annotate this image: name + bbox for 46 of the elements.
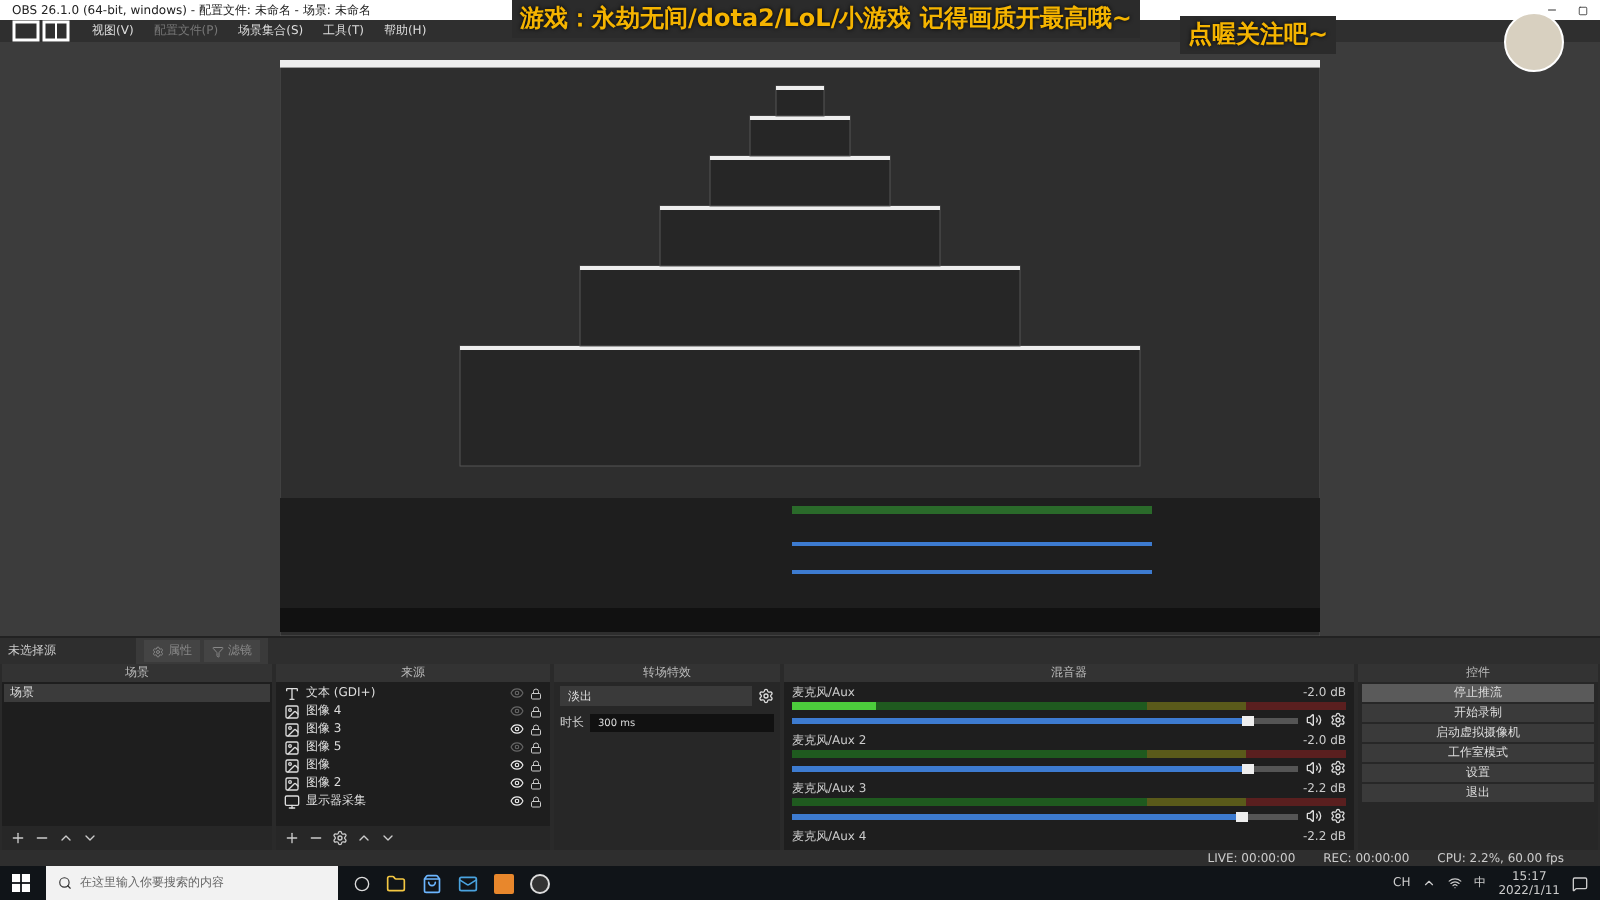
maximize-icon[interactable] bbox=[1578, 5, 1588, 15]
gear-icon[interactable] bbox=[758, 688, 774, 704]
volume-slider[interactable] bbox=[792, 813, 1298, 819]
text-icon bbox=[284, 685, 300, 701]
network-icon[interactable] bbox=[1448, 876, 1463, 890]
search-icon bbox=[58, 876, 72, 890]
bag-icon[interactable] bbox=[422, 873, 442, 893]
gear-icon[interactable] bbox=[1330, 760, 1346, 776]
monitor-icon bbox=[284, 793, 300, 809]
speaker-icon[interactable] bbox=[1306, 760, 1322, 776]
gear-icon[interactable] bbox=[1330, 808, 1346, 824]
mail-icon[interactable] bbox=[458, 873, 478, 893]
lock-icon[interactable] bbox=[530, 777, 542, 789]
banner-text: 游戏：永劫无间/dota2/LoL/小游戏 记得画质开最高哦~ bbox=[512, 0, 1140, 38]
up-icon[interactable] bbox=[356, 830, 372, 846]
chevron-icon[interactable] bbox=[1422, 876, 1437, 890]
lock-icon[interactable] bbox=[530, 759, 542, 771]
lock-icon[interactable] bbox=[530, 723, 542, 735]
slider-thumb[interactable] bbox=[1241, 715, 1254, 725]
lock-icon[interactable] bbox=[530, 687, 542, 699]
add-icon[interactable] bbox=[284, 830, 300, 846]
volume-slider[interactable] bbox=[792, 717, 1298, 723]
gear-icon[interactable] bbox=[332, 830, 348, 846]
circle-icon[interactable] bbox=[354, 875, 370, 891]
speaker-icon[interactable] bbox=[1306, 808, 1322, 824]
down-icon[interactable] bbox=[82, 830, 98, 846]
slider-thumb[interactable] bbox=[1241, 763, 1254, 773]
lock-icon[interactable] bbox=[530, 741, 542, 753]
up-icon[interactable] bbox=[58, 830, 74, 846]
notification-icon[interactable] bbox=[1572, 875, 1588, 891]
record-icon[interactable] bbox=[530, 873, 550, 893]
down-icon[interactable] bbox=[380, 830, 396, 846]
add-icon[interactable] bbox=[10, 830, 26, 846]
slider-thumb[interactable] bbox=[1236, 811, 1249, 821]
folder-icon[interactable] bbox=[386, 873, 406, 893]
gear-icon bbox=[152, 645, 164, 657]
filter-icon bbox=[212, 645, 224, 657]
windows-icon[interactable] bbox=[12, 874, 30, 892]
gear-icon[interactable] bbox=[1330, 712, 1346, 728]
minimize-icon[interactable] bbox=[1546, 4, 1558, 16]
follow-text: 点喔关注吧~ bbox=[1180, 16, 1337, 54]
app-icon[interactable] bbox=[494, 873, 514, 893]
lock-icon[interactable] bbox=[530, 705, 542, 717]
lock-icon[interactable] bbox=[530, 795, 542, 807]
volume-slider[interactable] bbox=[792, 765, 1298, 771]
speaker-icon[interactable] bbox=[1306, 712, 1322, 728]
